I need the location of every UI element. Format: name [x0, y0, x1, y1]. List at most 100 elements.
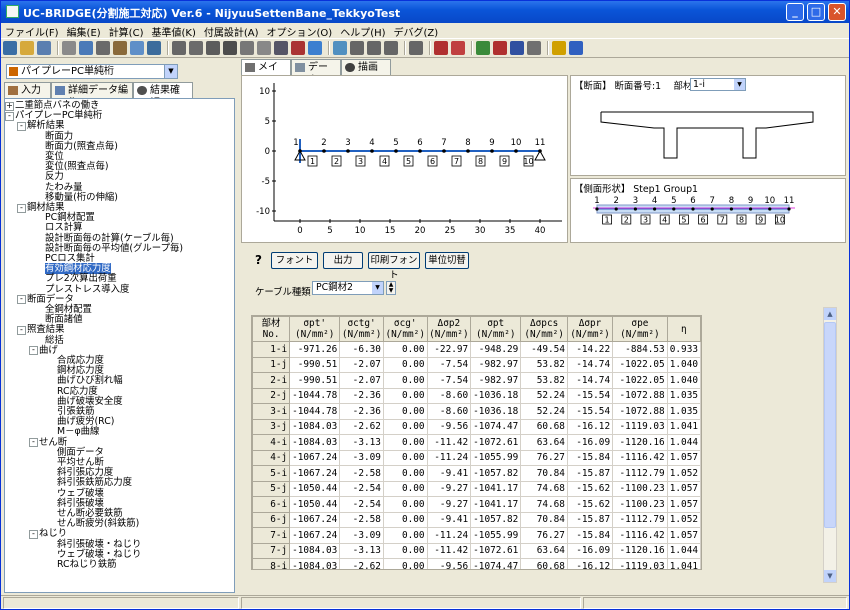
table-cell: 0.00	[382, 496, 428, 513]
toolbar-bar-icon[interactable]	[434, 41, 448, 55]
x-tick-label: 15	[385, 226, 396, 236]
font-button[interactable]: フォント	[271, 252, 318, 269]
title-bar[interactable]: UC-BRIDGE(分割施工対応) Ver.6 - NijyuuSettenBa…	[1, 1, 849, 23]
tab-main[interactable]: メイン	[241, 59, 291, 86]
toolbar-grid-icon[interactable]	[476, 41, 490, 55]
toolbar-view4-icon[interactable]	[409, 41, 423, 55]
scroll-down-icon[interactable]: ▼	[824, 570, 836, 582]
tab-data[interactable]: データ	[291, 59, 341, 86]
table-row: 1-j -990.51 -2.07 0.00 -7.54 -982.97 53.82 -14.…	[252, 356, 701, 373]
toolbar-separator	[429, 41, 431, 55]
row-header: 6-j	[252, 511, 291, 528]
table-row: 2-i -990.51 -2.07 0.00 -7.54 -982.97 53.82 -14.…	[252, 372, 701, 389]
toolbar-undo-icon[interactable]	[147, 41, 161, 55]
table-cell: 0.00	[382, 480, 428, 497]
scrollbar-thumb[interactable]	[824, 322, 836, 528]
minimize-button[interactable]: _	[786, 3, 804, 21]
stress-table[interactable]: 部材No. σpt' (N/mm²) σctg' (N/mm²) σcg' (N/mm²) Δ…	[251, 315, 702, 570]
toolbar-open-icon[interactable]	[20, 41, 34, 55]
tree-collapse-icon[interactable]: -	[5, 111, 14, 121]
tree-item[interactable]: RCねじり鉄筋	[57, 560, 116, 570]
toolbar-preview-icon[interactable]	[62, 41, 76, 55]
toolbar-calc-icon[interactable]	[206, 41, 220, 55]
tree-collapse-icon[interactable]: -	[17, 295, 26, 305]
model-select[interactable]: パイプレーPC単純桁 ▼	[6, 64, 178, 79]
tab-draw[interactable]: 描画	[341, 59, 391, 75]
tab-detail-edit[interactable]: 詳細データ編集	[51, 82, 133, 109]
menu-option[interactable]: オプション(O)	[263, 23, 337, 39]
table-cell: 76.27	[520, 527, 568, 544]
stress-table-grid: 部材No. σpt' (N/mm²) σctg' (N/mm²) σcg' (N/mm²) Δ…	[252, 316, 701, 569]
toolbar-redo-icon[interactable]	[172, 41, 186, 55]
toolbar-find-icon[interactable]	[189, 41, 203, 55]
table-cell: 1.057	[666, 480, 701, 497]
toolbar-help-icon[interactable]	[552, 41, 566, 55]
section-title-text: 【断面】	[574, 81, 612, 92]
table-cell: 70.84	[520, 465, 568, 482]
toolbar-view2-icon[interactable]	[367, 41, 381, 55]
menu-calc[interactable]: 計算(C)	[105, 23, 148, 39]
table-cell: -2.36	[339, 403, 384, 420]
cable-type-select[interactable]: PC鋼材2 ▼	[312, 281, 384, 295]
menu-help[interactable]: ヘルプ(H)	[336, 23, 389, 39]
close-button[interactable]: ✕	[828, 3, 846, 21]
structure-graph[interactable]: 10 5 0 -5 -10 0 5 10 15 20 25 30 35 40 1 2 3 4 5 6 7 8 9 10 11 1 2…	[241, 75, 568, 243]
toolbar-view1-icon[interactable]	[350, 41, 364, 55]
toolbar-export-icon[interactable]	[291, 41, 305, 55]
tab-result[interactable]: 結果確認	[133, 82, 193, 109]
tree-collapse-icon[interactable]: -	[29, 438, 38, 448]
toolbar-copy-icon[interactable]	[113, 41, 127, 55]
node-label: 11	[784, 196, 795, 206]
menu-standard[interactable]: 基準値(K)	[147, 23, 199, 39]
maximize-button[interactable]: □	[807, 3, 825, 21]
tree-item[interactable]: 曲げ	[39, 345, 58, 356]
toolbar-view3-icon[interactable]	[384, 41, 398, 55]
help-icon[interactable]: ?	[255, 253, 262, 267]
chevron-down-icon[interactable]: ▼	[164, 65, 177, 78]
tree-collapse-icon[interactable]: -	[17, 203, 26, 213]
tree-item[interactable]: せん断疲労(斜鉄筋)	[57, 519, 139, 529]
tree-expand-icon[interactable]: +	[5, 101, 14, 111]
table-cell: -1100.23	[612, 496, 668, 513]
toolbar-chart-icon[interactable]	[308, 41, 322, 55]
tab-draw-label: 描画	[358, 62, 378, 73]
node-point	[729, 207, 733, 211]
toolbar-pc-icon[interactable]	[493, 41, 507, 55]
tab-input[interactable]: 入力	[4, 82, 51, 98]
node-point	[653, 207, 657, 211]
cable-type-spinner[interactable]: ▲ ▼	[386, 281, 396, 295]
toolbar-graph-icon[interactable]	[274, 41, 288, 55]
toolbar-tool-icon[interactable]	[510, 41, 524, 55]
table-scrollbar[interactable]: ▲ ▼	[823, 307, 837, 583]
member-select[interactable]: 1-i ▼	[690, 78, 746, 91]
tree-item-label: RCねじり鉄筋	[57, 559, 117, 570]
menu-debug[interactable]: デバグ(Z)	[390, 23, 443, 39]
node-point	[710, 207, 714, 211]
tree-collapse-icon[interactable]: -	[29, 346, 38, 356]
toolbar-paste-icon[interactable]	[130, 41, 144, 55]
toolbar-report-icon[interactable]	[240, 41, 254, 55]
toolbar-cut-icon[interactable]	[96, 41, 110, 55]
toolbar-new-icon[interactable]	[3, 41, 17, 55]
menu-attached-design[interactable]: 付属設計(A)	[200, 23, 263, 39]
unit-toggle-button[interactable]: 単位切替	[425, 252, 469, 269]
toolbar-table-icon[interactable]	[257, 41, 271, 55]
print-font-button[interactable]: 印刷フォント	[368, 252, 420, 281]
toolbar-beam-icon[interactable]	[451, 41, 465, 55]
toolbar-save-icon[interactable]	[37, 41, 51, 55]
tree-collapse-icon[interactable]: -	[29, 529, 38, 539]
menu-edit[interactable]: 編集(E)	[63, 23, 105, 39]
scroll-up-icon[interactable]: ▲	[824, 308, 836, 320]
tree-collapse-icon[interactable]: -	[17, 325, 26, 335]
row-header: 7-j	[252, 542, 291, 559]
column-header: σpt (N/mm²)	[470, 316, 522, 342]
output-button[interactable]: 出力	[323, 252, 363, 269]
menu-file[interactable]: ファイル(F)	[1, 23, 63, 39]
toolbar-option-icon[interactable]	[527, 41, 541, 55]
toolbar-print-icon[interactable]	[79, 41, 93, 55]
toolbar-check-icon[interactable]	[223, 41, 237, 55]
toolbar-setting-icon[interactable]	[333, 41, 347, 55]
table-cell: -9.41	[426, 511, 472, 528]
toolbar-about-icon[interactable]	[569, 41, 583, 55]
tree-collapse-icon[interactable]: -	[17, 121, 26, 131]
